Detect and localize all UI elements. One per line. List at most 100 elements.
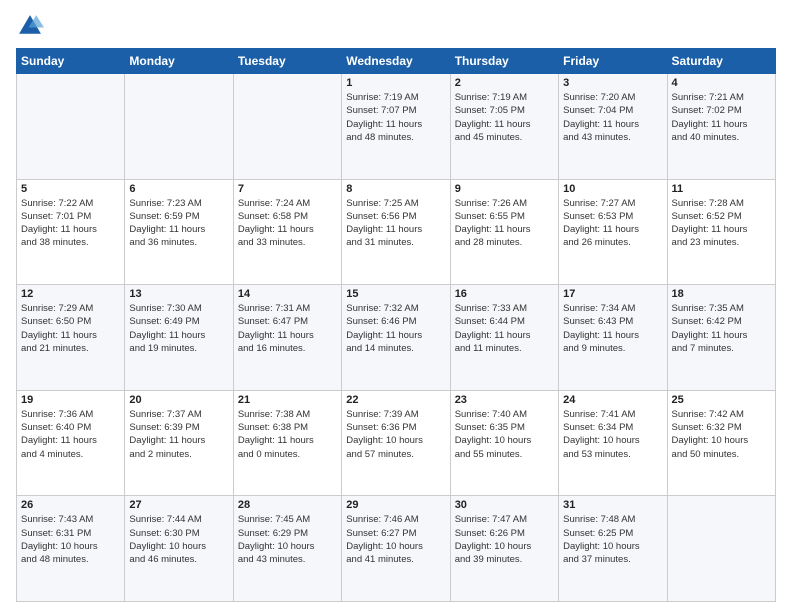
day-cell: 18Sunrise: 7:35 AM Sunset: 6:42 PM Dayli… — [667, 285, 775, 391]
day-cell — [125, 74, 233, 180]
day-number: 25 — [672, 394, 771, 406]
day-info: Sunrise: 7:30 AM Sunset: 6:49 PM Dayligh… — [129, 302, 228, 355]
day-cell: 14 Sunrise: 7:31 AM Sunset: 6:47 PM Dayli… — [233, 285, 341, 391]
day-cell: 24 Sunrise: 7:41 AM Sunset: 6:34 PM Dayli… — [559, 390, 667, 496]
logo — [16, 12, 48, 40]
weekday-header-monday: Monday — [125, 49, 233, 74]
weekday-header-row: SundayMondayTuesdayWednesdayThursdayFrid… — [17, 49, 776, 74]
day-cell: 27 Sunrise: 7:44 AM Sunset: 6:30 PM Dayli… — [125, 496, 233, 602]
day-cell: 2 Sunrise: 7:19 AM Sunset: 7:05 PM Daylig… — [450, 74, 558, 180]
day-info: Sunrise: 7:32 AM Sunset: 6:46 PM Dayligh… — [346, 302, 445, 355]
day-cell: 11 Sunrise: 7:28 AM Sunset: 6:52 PM Dayli… — [667, 179, 775, 285]
day-cell: 22 Sunrise: 7:39 AM Sunset: 6:36 PM Dayli… — [342, 390, 450, 496]
day-number: 10 — [563, 183, 662, 195]
day-info: Sunrise: 7:20 AM Sunset: 7:04 PM Dayligh… — [563, 91, 662, 144]
week-row-3: 12 Sunrise: 7:29 AM Sunset: 6:50 PM Dayli… — [17, 285, 776, 391]
day-info: Sunrise: 7:48 AM Sunset: 6:25 PM Dayligh… — [563, 513, 662, 566]
day-number: 22 — [346, 394, 445, 406]
day-cell: 9 Sunrise: 7:26 AM Sunset: 6:55 PM Daylig… — [450, 179, 558, 285]
day-number: 17 — [563, 288, 662, 300]
day-cell: 4Sunrise: 7:21 AM Sunset: 7:02 PM Daylig… — [667, 74, 775, 180]
day-cell: 17 Sunrise: 7:34 AM Sunset: 6:43 PM Dayli… — [559, 285, 667, 391]
page: SundayMondayTuesdayWednesdayThursdayFrid… — [0, 0, 792, 612]
day-number: 26 — [21, 499, 120, 511]
day-info: Sunrise: 7:29 AM Sunset: 6:50 PM Dayligh… — [21, 302, 120, 355]
weekday-header-wednesday: Wednesday — [342, 49, 450, 74]
day-cell: 31 Sunrise: 7:48 AM Sunset: 6:25 PM Dayli… — [559, 496, 667, 602]
day-cell: 26Sunrise: 7:43 AM Sunset: 6:31 PM Dayli… — [17, 496, 125, 602]
logo-icon — [16, 12, 44, 40]
day-number: 13 — [129, 288, 228, 300]
day-cell: 29 Sunrise: 7:46 AM Sunset: 6:27 PM Dayli… — [342, 496, 450, 602]
day-cell: 1Sunrise: 7:19 AM Sunset: 7:07 PM Daylig… — [342, 74, 450, 180]
day-cell: 15 Sunrise: 7:32 AM Sunset: 6:46 PM Dayli… — [342, 285, 450, 391]
day-info: Sunrise: 7:23 AM Sunset: 6:59 PM Dayligh… — [129, 197, 228, 250]
day-cell: 20 Sunrise: 7:37 AM Sunset: 6:39 PM Dayli… — [125, 390, 233, 496]
day-number: 11 — [672, 183, 771, 195]
day-cell: 12 Sunrise: 7:29 AM Sunset: 6:50 PM Dayli… — [17, 285, 125, 391]
day-cell — [667, 496, 775, 602]
weekday-header-tuesday: Tuesday — [233, 49, 341, 74]
day-number: 8 — [346, 183, 445, 195]
day-number: 18 — [672, 288, 771, 300]
day-info: Sunrise: 7:34 AM Sunset: 6:43 PM Dayligh… — [563, 302, 662, 355]
day-number: 20 — [129, 394, 228, 406]
day-info: Sunrise: 7:33 AM Sunset: 6:44 PM Dayligh… — [455, 302, 554, 355]
day-number: 7 — [238, 183, 337, 195]
weekday-header-sunday: Sunday — [17, 49, 125, 74]
header — [16, 12, 776, 40]
weekday-header-thursday: Thursday — [450, 49, 558, 74]
day-number: 24 — [563, 394, 662, 406]
day-info: Sunrise: 7:46 AM Sunset: 6:27 PM Dayligh… — [346, 513, 445, 566]
day-number: 27 — [129, 499, 228, 511]
weekday-header-friday: Friday — [559, 49, 667, 74]
week-row-4: 19 Sunrise: 7:36 AM Sunset: 6:40 PM Dayli… — [17, 390, 776, 496]
day-number: 14 — [238, 288, 337, 300]
day-info: Sunrise: 7:39 AM Sunset: 6:36 PM Dayligh… — [346, 408, 445, 461]
day-info: Sunrise: 7:38 AM Sunset: 6:38 PM Dayligh… — [238, 408, 337, 461]
day-info: Sunrise: 7:41 AM Sunset: 6:34 PM Dayligh… — [563, 408, 662, 461]
week-row-5: 26Sunrise: 7:43 AM Sunset: 6:31 PM Dayli… — [17, 496, 776, 602]
day-number: 23 — [455, 394, 554, 406]
day-info: Sunrise: 7:22 AM Sunset: 7:01 PM Dayligh… — [21, 197, 120, 250]
day-number: 16 — [455, 288, 554, 300]
day-cell: 7 Sunrise: 7:24 AM Sunset: 6:58 PM Daylig… — [233, 179, 341, 285]
day-number: 31 — [563, 499, 662, 511]
day-number: 6 — [129, 183, 228, 195]
day-info: Sunrise: 7:42 AM Sunset: 6:32 PM Dayligh… — [672, 408, 771, 461]
day-info: Sunrise: 7:31 AM Sunset: 6:47 PM Dayligh… — [238, 302, 337, 355]
day-number: 3 — [563, 77, 662, 89]
day-number: 19 — [21, 394, 120, 406]
day-number: 28 — [238, 499, 337, 511]
day-cell: 6 Sunrise: 7:23 AM Sunset: 6:59 PM Daylig… — [125, 179, 233, 285]
weekday-header-saturday: Saturday — [667, 49, 775, 74]
day-cell — [233, 74, 341, 180]
day-cell: 23 Sunrise: 7:40 AM Sunset: 6:35 PM Dayli… — [450, 390, 558, 496]
day-number: 29 — [346, 499, 445, 511]
day-number: 2 — [455, 77, 554, 89]
day-cell: 19 Sunrise: 7:36 AM Sunset: 6:40 PM Dayli… — [17, 390, 125, 496]
day-info: Sunrise: 7:27 AM Sunset: 6:53 PM Dayligh… — [563, 197, 662, 250]
day-cell: 21 Sunrise: 7:38 AM Sunset: 6:38 PM Dayli… — [233, 390, 341, 496]
day-info: Sunrise: 7:26 AM Sunset: 6:55 PM Dayligh… — [455, 197, 554, 250]
day-info: Sunrise: 7:28 AM Sunset: 6:52 PM Dayligh… — [672, 197, 771, 250]
day-number: 15 — [346, 288, 445, 300]
day-info: Sunrise: 7:47 AM Sunset: 6:26 PM Dayligh… — [455, 513, 554, 566]
day-info: Sunrise: 7:36 AM Sunset: 6:40 PM Dayligh… — [21, 408, 120, 461]
day-cell: 30 Sunrise: 7:47 AM Sunset: 6:26 PM Dayli… — [450, 496, 558, 602]
day-info: Sunrise: 7:37 AM Sunset: 6:39 PM Dayligh… — [129, 408, 228, 461]
day-number: 30 — [455, 499, 554, 511]
day-cell: 28Sunrise: 7:45 AM Sunset: 6:29 PM Dayli… — [233, 496, 341, 602]
day-info: Sunrise: 7:19 AM Sunset: 7:05 PM Dayligh… — [455, 91, 554, 144]
day-info: Sunrise: 7:24 AM Sunset: 6:58 PM Dayligh… — [238, 197, 337, 250]
day-info: Sunrise: 7:40 AM Sunset: 6:35 PM Dayligh… — [455, 408, 554, 461]
day-cell: 16 Sunrise: 7:33 AM Sunset: 6:44 PM Dayli… — [450, 285, 558, 391]
day-number: 4 — [672, 77, 771, 89]
day-info: Sunrise: 7:44 AM Sunset: 6:30 PM Dayligh… — [129, 513, 228, 566]
week-row-1: 1Sunrise: 7:19 AM Sunset: 7:07 PM Daylig… — [17, 74, 776, 180]
day-number: 21 — [238, 394, 337, 406]
day-number: 9 — [455, 183, 554, 195]
day-cell: 25 Sunrise: 7:42 AM Sunset: 6:32 PM Dayli… — [667, 390, 775, 496]
day-number: 12 — [21, 288, 120, 300]
day-cell: 10 Sunrise: 7:27 AM Sunset: 6:53 PM Dayli… — [559, 179, 667, 285]
